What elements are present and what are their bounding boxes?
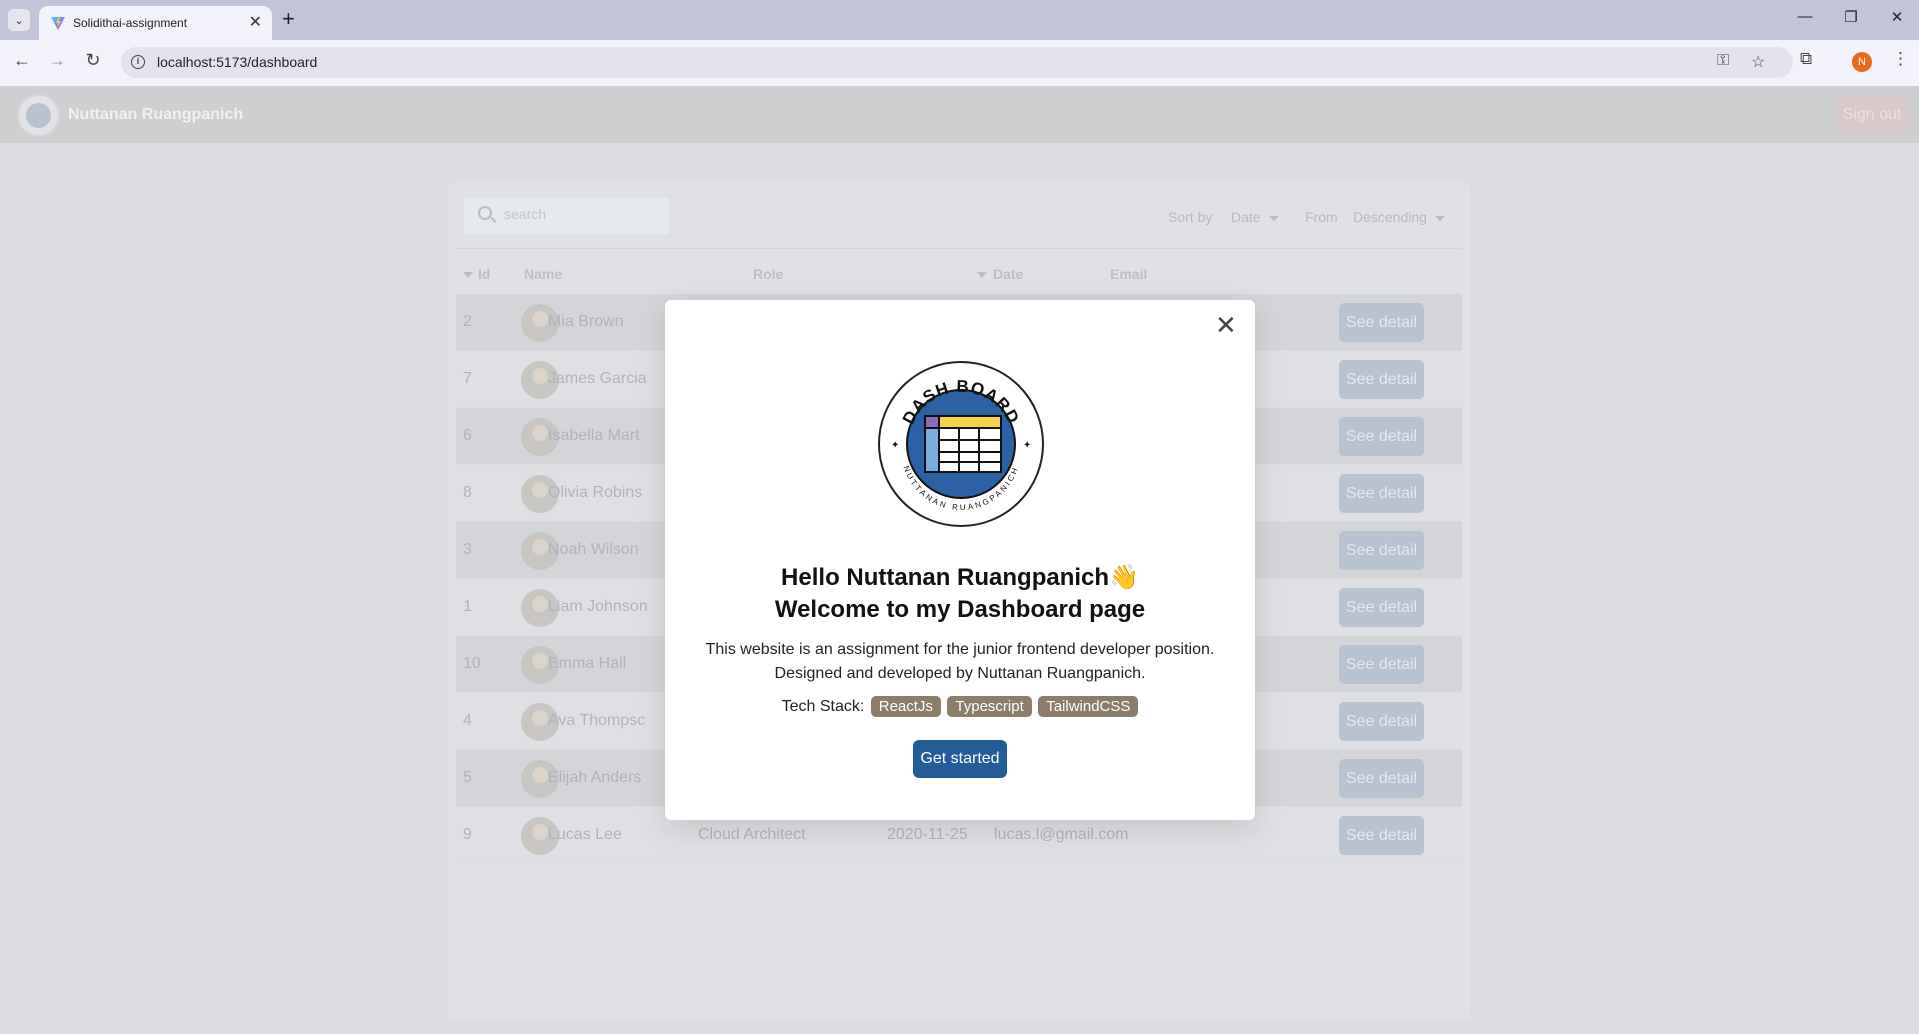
cell-name: Ava Thompsc (548, 712, 646, 729)
cell-id: 10 (463, 655, 481, 672)
order-select[interactable]: Descending (1353, 209, 1445, 225)
sort-by-value: Date (1231, 209, 1261, 225)
tech-stack-label: Tech Stack: (781, 698, 865, 715)
cell-id: 8 (463, 484, 472, 501)
see-detail-button[interactable]: See detail (1339, 531, 1424, 570)
sort-date-icon[interactable] (977, 272, 987, 278)
table-header: Id Name Role Date Email (456, 254, 1462, 294)
cell-email: lucas.l@gmail.com (994, 826, 1129, 843)
modal-title: Hello Nuttanan Ruangpanich👋 Welcome to m… (665, 562, 1255, 626)
modal-text-line1: This website is an assignment for the ju… (705, 641, 1215, 658)
cell-id: 7 (463, 370, 472, 387)
tab-close-icon[interactable]: ✕ (249, 12, 262, 32)
window-close-icon[interactable]: ✕ (1882, 8, 1912, 26)
see-detail-button[interactable]: See detail (1339, 702, 1424, 741)
profile-avatar[interactable]: N (1852, 52, 1872, 72)
address-bar[interactable]: i localhost:5173/dashboard ⚿ ☆ (121, 47, 1793, 78)
cell-name: James Garcia (548, 370, 647, 387)
cell-id: 6 (463, 427, 472, 444)
cell-name: Emma Hall (548, 655, 627, 672)
app-logo[interactable] (17, 94, 60, 137)
header-name: Name (524, 266, 563, 282)
sign-out-button[interactable]: Sign out (1837, 96, 1907, 134)
url-text[interactable]: localhost:5173/dashboard (157, 54, 317, 70)
search-icon (478, 206, 492, 220)
cell-id: 2 (463, 313, 472, 330)
cell-name: Noah Wilson (548, 541, 639, 558)
tech-stack: Tech Stack: ReactJs Typescript TailwindC… (665, 696, 1255, 717)
cell-date: 2020-11-25 (887, 826, 968, 843)
cell-name: Isabella Mart (548, 427, 640, 444)
forward-icon[interactable]: → (45, 50, 69, 71)
password-key-icon[interactable]: ⚿ (1717, 52, 1729, 70)
search-box[interactable] (464, 198, 670, 234)
app-header: Nuttanan Ruangpanich Sign out (0, 86, 1919, 143)
see-detail-button[interactable]: See detail (1339, 816, 1424, 855)
header-id[interactable]: Id (478, 266, 490, 282)
modal-text-line2: Designed and developed by Nuttanan Ruang… (774, 665, 1146, 682)
modal-description: This website is an assignment for the ju… (665, 638, 1255, 686)
app-user-name: Nuttanan Ruangpanich (68, 106, 244, 123)
header-role: Role (753, 266, 784, 282)
cell-id: 9 (463, 826, 472, 843)
back-icon[interactable]: ← (10, 50, 34, 71)
tech-badge-react: ReactJs (870, 696, 941, 717)
browser-toolbar: ← → ↻ i localhost:5173/dashboard ⚿ ☆ ⧉ N… (0, 40, 1919, 86)
cell-name: Elijah Anders (548, 769, 642, 786)
vite-favicon-icon (51, 16, 65, 30)
tab-search-chevron-icon[interactable]: ⌄ (8, 9, 30, 31)
see-detail-button[interactable]: See detail (1339, 303, 1424, 342)
reload-icon[interactable]: ↻ (81, 50, 105, 71)
cell-name: Mia Brown (548, 313, 624, 330)
modal-title-line1: Hello Nuttanan Ruangpanich (781, 564, 1110, 591)
cell-name: Olivia Robins (548, 484, 643, 501)
browser-tabstrip: ⌄ Solidithai-assignment ✕ + — ❐ ✕ (0, 0, 1919, 40)
close-icon[interactable]: ✕ (1215, 312, 1237, 338)
svg-text:✦: ✦ (891, 440, 899, 451)
wave-icon: 👋 (1109, 564, 1139, 591)
tech-badge-tailwind: TailwindCSS (1038, 696, 1139, 717)
cell-id: 4 (463, 712, 472, 729)
header-email: Email (1110, 266, 1148, 282)
cell-id: 1 (463, 598, 472, 615)
see-detail-button[interactable]: See detail (1339, 588, 1424, 627)
dashboard-logo: DASH BOARD NUTTANAN RUANGPANICH ✦ ✦ (878, 361, 1044, 527)
from-label: From (1305, 209, 1338, 225)
browser-tab[interactable]: Solidithai-assignment ✕ (39, 6, 272, 40)
new-tab-icon[interactable]: + (282, 6, 295, 32)
divider (456, 248, 1462, 249)
get-started-button[interactable]: Get started (913, 740, 1007, 778)
cell-name: Liam Johnson (548, 598, 648, 615)
search-input[interactable] (504, 206, 664, 222)
minimize-icon[interactable]: — (1790, 8, 1820, 25)
restore-icon[interactable]: ❐ (1836, 8, 1866, 26)
header-date[interactable]: Date (993, 266, 1023, 282)
extensions-icon[interactable]: ⧉ (1800, 49, 1812, 69)
browser-menu-icon[interactable]: ⋮ (1892, 49, 1909, 69)
tab-title: Solidithai-assignment (73, 16, 188, 30)
chevron-down-icon (1268, 215, 1279, 221)
see-detail-button[interactable]: See detail (1339, 645, 1424, 684)
cell-id: 5 (463, 769, 472, 786)
see-detail-button[interactable]: See detail (1339, 759, 1424, 798)
cell-name: Lucas Lee (548, 826, 622, 843)
see-detail-button[interactable]: See detail (1339, 360, 1424, 399)
cell-id: 3 (463, 541, 472, 558)
svg-text:✦: ✦ (1023, 440, 1031, 451)
welcome-modal: ✕ DASH BOARD NUTTANAN RUANGPANICH ✦ ✦ He… (665, 300, 1255, 820)
order-value: Descending (1353, 209, 1427, 225)
cell-role: Cloud Architect (698, 826, 806, 843)
chevron-down-icon (1434, 215, 1445, 221)
sort-by-label: Sort by (1168, 209, 1213, 225)
sort-id-icon[interactable] (463, 272, 473, 278)
modal-title-line2: Welcome to my Dashboard page (774, 596, 1146, 623)
tech-badge-typescript: Typescript (947, 696, 1032, 717)
see-detail-button[interactable]: See detail (1339, 474, 1424, 513)
bookmark-star-icon[interactable]: ☆ (1751, 52, 1765, 72)
sort-by-select[interactable]: Date (1231, 209, 1279, 225)
site-info-icon[interactable]: i (131, 55, 145, 69)
see-detail-button[interactable]: See detail (1339, 417, 1424, 456)
